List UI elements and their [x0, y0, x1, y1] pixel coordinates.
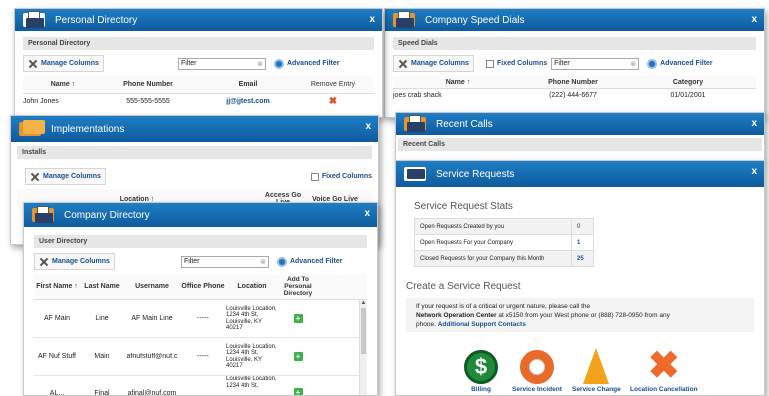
- create-title: Create a Service Request: [406, 281, 521, 292]
- dollar-icon: $: [464, 350, 498, 384]
- stats-title: Service Request Stats: [414, 201, 513, 212]
- table-row[interactable]: AF Nuf Stuff Main afnufstuff@nuf.c -----…: [34, 338, 367, 376]
- section-header: Installs: [17, 146, 372, 159]
- window-title: Company Directory: [64, 209, 150, 221]
- search-icon: [273, 58, 284, 69]
- service-change-action[interactable]: Service Change: [572, 348, 621, 393]
- speed-dials-titlebar[interactable]: Company Speed Dials x: [385, 9, 764, 31]
- recent-calls-titlebar[interactable]: Recent Calls x: [396, 113, 764, 135]
- urgent-note: If your request is of a critical or urge…: [406, 298, 754, 332]
- col-username[interactable]: Username: [124, 283, 180, 290]
- phone-icon: [404, 115, 430, 133]
- fixed-columns-label: Fixed Columns: [496, 60, 548, 67]
- wrench-icon: [28, 59, 38, 69]
- section-header: Recent Calls: [398, 138, 762, 151]
- service-requests-window: Service Requests x Service Request Stats…: [395, 160, 765, 396]
- traffic-cone-icon: [583, 348, 610, 384]
- cancel-x-icon: ✖: [647, 345, 680, 387]
- clear-icon[interactable]: ⊗: [257, 60, 263, 68]
- recent-calls-window: Recent Calls x Recent Calls: [395, 112, 765, 162]
- phone-icon: [393, 11, 419, 29]
- close-icon[interactable]: x: [751, 118, 757, 129]
- manage-columns-label: Manage Columns: [411, 60, 469, 67]
- col-office-phone[interactable]: Office Phone: [180, 283, 226, 290]
- col-remove: Remove Entry: [310, 81, 356, 88]
- phone-icon: [32, 206, 58, 224]
- filter-input[interactable]: Filter ⊗: [551, 57, 640, 70]
- clear-icon[interactable]: ⊗: [630, 60, 636, 68]
- billing-action[interactable]: $ Billing: [464, 350, 498, 393]
- add-icon[interactable]: +: [293, 314, 303, 323]
- manage-columns-button[interactable]: Manage Columns: [34, 253, 115, 270]
- advanced-filter-button[interactable]: Advanced Filter: [270, 55, 344, 72]
- col-category[interactable]: Category: [623, 79, 753, 86]
- scroll-thumb[interactable]: [361, 308, 366, 354]
- folder-icon: [19, 120, 45, 138]
- filter-input[interactable]: Filter ⊗: [177, 57, 266, 70]
- manage-columns-button[interactable]: Manage Columns: [25, 168, 106, 185]
- clipboard-icon: [404, 165, 430, 183]
- advanced-filter-button[interactable]: Advanced Filter: [273, 253, 347, 270]
- manage-columns-button[interactable]: Manage Columns: [23, 55, 104, 72]
- location-cancellation-action[interactable]: ✖ Location Cancellation: [630, 345, 698, 393]
- window-title: Service Requests: [436, 168, 515, 180]
- col-add-personal: Add To Personal Directory: [283, 276, 313, 297]
- company-directory-titlebar[interactable]: Company Directory x: [24, 203, 377, 227]
- life-ring-icon: [519, 350, 554, 384]
- search-icon: [647, 58, 658, 69]
- email-link[interactable]: jj@jjtest.com: [193, 98, 303, 105]
- close-icon[interactable]: x: [365, 121, 371, 132]
- speed-dials-window: Company Speed Dials x Speed Dials Manage…: [384, 8, 765, 118]
- close-icon[interactable]: x: [364, 208, 370, 219]
- section-header: Personal Directory: [23, 37, 374, 50]
- wrench-icon: [30, 172, 40, 182]
- col-name[interactable]: Name ↑: [393, 79, 523, 86]
- clear-icon[interactable]: ⊗: [260, 258, 266, 266]
- wrench-icon: [39, 257, 49, 267]
- col-phone[interactable]: Phone Number: [523, 79, 623, 86]
- add-icon[interactable]: +: [293, 388, 303, 395]
- manage-columns-button[interactable]: Manage Columns: [393, 55, 474, 72]
- search-icon: [276, 256, 287, 267]
- service-requests-titlebar[interactable]: Service Requests x: [396, 161, 764, 187]
- window-title: Company Speed Dials: [425, 14, 525, 26]
- col-first-name[interactable]: First Name ↑: [34, 283, 80, 290]
- table-row[interactable]: AL... Final afinal@nuf.com Louisville Lo…: [34, 376, 367, 395]
- close-icon[interactable]: x: [369, 14, 375, 25]
- table-row[interactable]: joes crab shack (222) 444-6677 01/01/200…: [393, 89, 756, 101]
- wrench-icon: [398, 59, 408, 69]
- personal-directory-titlebar[interactable]: Personal Directory x: [15, 9, 382, 31]
- service-incident-action[interactable]: Service Incident: [512, 350, 562, 393]
- phone-icon: [23, 11, 49, 29]
- scrollbar[interactable]: ▲: [359, 300, 367, 395]
- fixed-columns-checkbox[interactable]: [485, 59, 494, 68]
- close-icon[interactable]: x: [751, 166, 757, 177]
- close-icon[interactable]: x: [751, 14, 757, 25]
- support-contacts-link[interactable]: Additional Support Contacts: [438, 321, 526, 328]
- section-header: User Directory: [34, 235, 367, 248]
- table-row[interactable]: John Jones 555-555-5555 jj@jjtest.com ✖: [23, 94, 374, 108]
- filter-input[interactable]: Filter ⊗: [180, 255, 269, 268]
- add-icon[interactable]: +: [293, 352, 303, 361]
- remove-icon[interactable]: ✖: [303, 96, 363, 107]
- col-name[interactable]: Name ↑: [23, 81, 103, 88]
- col-phone[interactable]: Phone Number: [103, 81, 193, 88]
- advanced-filter-button[interactable]: Advanced Filter: [643, 55, 717, 72]
- scroll-up-icon[interactable]: ▲: [360, 300, 367, 306]
- col-location[interactable]: Location: [226, 283, 278, 290]
- stats-table: Open Requests Created by you 0 Open Reque…: [414, 218, 594, 267]
- window-title: Implementations: [51, 123, 125, 135]
- section-header: Speed Dials: [393, 37, 756, 50]
- fixed-columns-checkbox[interactable]: [310, 172, 319, 181]
- window-title: Personal Directory: [55, 14, 138, 26]
- company-directory-window: Company Directory x User Directory Manag…: [23, 202, 378, 396]
- personal-directory-window: Personal Directory x Personal Directory …: [14, 8, 383, 118]
- window-title: Recent Calls: [436, 118, 493, 130]
- implementations-titlebar[interactable]: Implementations x: [11, 116, 378, 142]
- col-last-name[interactable]: Last Name: [80, 283, 124, 290]
- table-row[interactable]: AF Main Line AF Main Line ----- Louisvil…: [34, 300, 367, 338]
- col-email[interactable]: Email: [193, 81, 303, 88]
